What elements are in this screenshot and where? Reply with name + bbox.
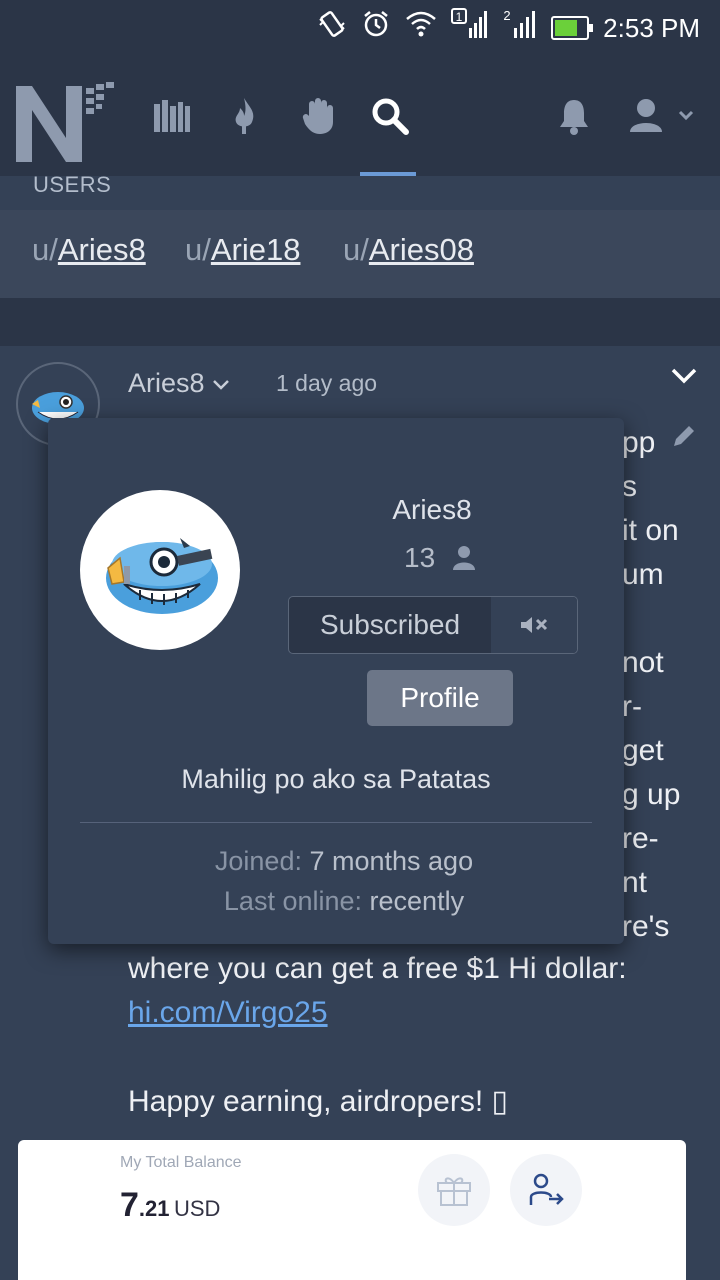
post-text-fragment: s <box>622 470 637 503</box>
balance-dec: .21 <box>138 1196 170 1221</box>
subscriber-count: 13 <box>404 542 436 573</box>
bell-icon[interactable] <box>550 92 598 140</box>
vibrate-icon <box>317 9 347 47</box>
post-author-name[interactable]: Aries8 <box>128 368 230 399</box>
subscribe-button-group: Subscribed <box>288 596 578 654</box>
edit-pencil-icon[interactable] <box>670 422 698 455</box>
signal-sim1-icon: 1 <box>451 8 488 48</box>
post-body-closing: Happy earning, airdropers! ▯ <box>128 1085 509 1118</box>
hand-icon[interactable] <box>294 92 342 140</box>
joined-row: Joined: 7 months ago <box>48 846 640 877</box>
last-online-row: Last online: recently <box>48 886 640 917</box>
chevron-down-icon <box>213 380 229 390</box>
post-author-label: Aries8 <box>128 368 205 398</box>
balance-value: 7.21 USD <box>120 1186 220 1225</box>
user-result-name: Arie18 <box>210 232 301 267</box>
post-referral-link[interactable]: hi.com/Virgo25 <box>128 996 328 1030</box>
search-icon[interactable] <box>366 92 414 140</box>
subscribers-icon <box>450 544 478 577</box>
post-collapse-chevron-icon[interactable] <box>670 362 698 390</box>
alarm-icon <box>361 9 391 47</box>
balance-currency: USD <box>173 1196 221 1221</box>
post-text-fragment: um <box>622 558 664 591</box>
user-result-name: Aries8 <box>57 232 146 267</box>
post-timestamp: 1 day ago <box>276 370 378 396</box>
post-text-fragment: g up <box>622 778 681 811</box>
library-icon[interactable] <box>148 92 196 140</box>
user-result-link[interactable]: u/Aries08 <box>343 232 474 268</box>
popup-divider <box>80 822 592 823</box>
top-nav <box>0 50 720 176</box>
joined-value: 7 months ago <box>309 846 474 876</box>
post-text-fragment: r- <box>622 690 642 723</box>
post-body-line: where you can get a free $1 Hi dollar: <box>128 952 627 985</box>
user-menu-icon[interactable] <box>626 92 702 140</box>
status-time: 2:53 PM <box>603 12 700 43</box>
joined-key: Joined: <box>214 846 302 876</box>
user-prefix: u/ <box>343 232 369 267</box>
mute-notifications-button[interactable] <box>491 597 577 653</box>
last-online-key: Last online: <box>223 886 363 916</box>
popup-username: Aries8 <box>392 494 472 525</box>
user-bio: Mahilig po ako sa Patatas <box>181 764 491 794</box>
subscribed-button[interactable]: Subscribed <box>289 597 492 653</box>
transfer-user-icon <box>510 1154 582 1226</box>
balance-int: 7 <box>120 1186 139 1224</box>
app-logo[interactable] <box>14 82 118 164</box>
sim1-label: 1 <box>456 10 463 24</box>
flame-icon[interactable] <box>220 92 268 140</box>
section-divider <box>0 298 720 346</box>
signal-sim2-icon: 2 <box>501 8 537 48</box>
post-text-fragment: not <box>622 646 664 679</box>
post-text-fragment: pp <box>622 426 656 459</box>
status-bar: 1 2 2:53 PM <box>0 0 720 50</box>
last-online-value: recently <box>369 886 465 916</box>
post-text-fragment: it on <box>622 514 679 547</box>
balance-label: My Total Balance <box>120 1154 242 1171</box>
gift-icon <box>418 1154 490 1226</box>
active-tab-indicator <box>360 172 416 176</box>
profile-button[interactable]: Profile <box>367 670 513 726</box>
user-result-link[interactable]: u/Aries8 <box>32 232 146 268</box>
user-result-name: Aries08 <box>368 232 474 267</box>
user-prefix: u/ <box>32 232 58 267</box>
post-image[interactable]: My Total Balance 7.21 USD <box>18 1140 686 1280</box>
sim2-label: 2 <box>504 8 511 23</box>
mute-icon <box>521 617 548 633</box>
user-result-link[interactable]: u/Arie18 <box>185 232 300 268</box>
wifi-icon <box>405 9 437 47</box>
users-section-label: USERS <box>33 172 112 197</box>
user-prefix: u/ <box>185 232 211 267</box>
post-text-fragment: get <box>622 734 664 767</box>
battery-charging-icon <box>551 16 594 40</box>
popup-avatar[interactable] <box>80 490 240 650</box>
